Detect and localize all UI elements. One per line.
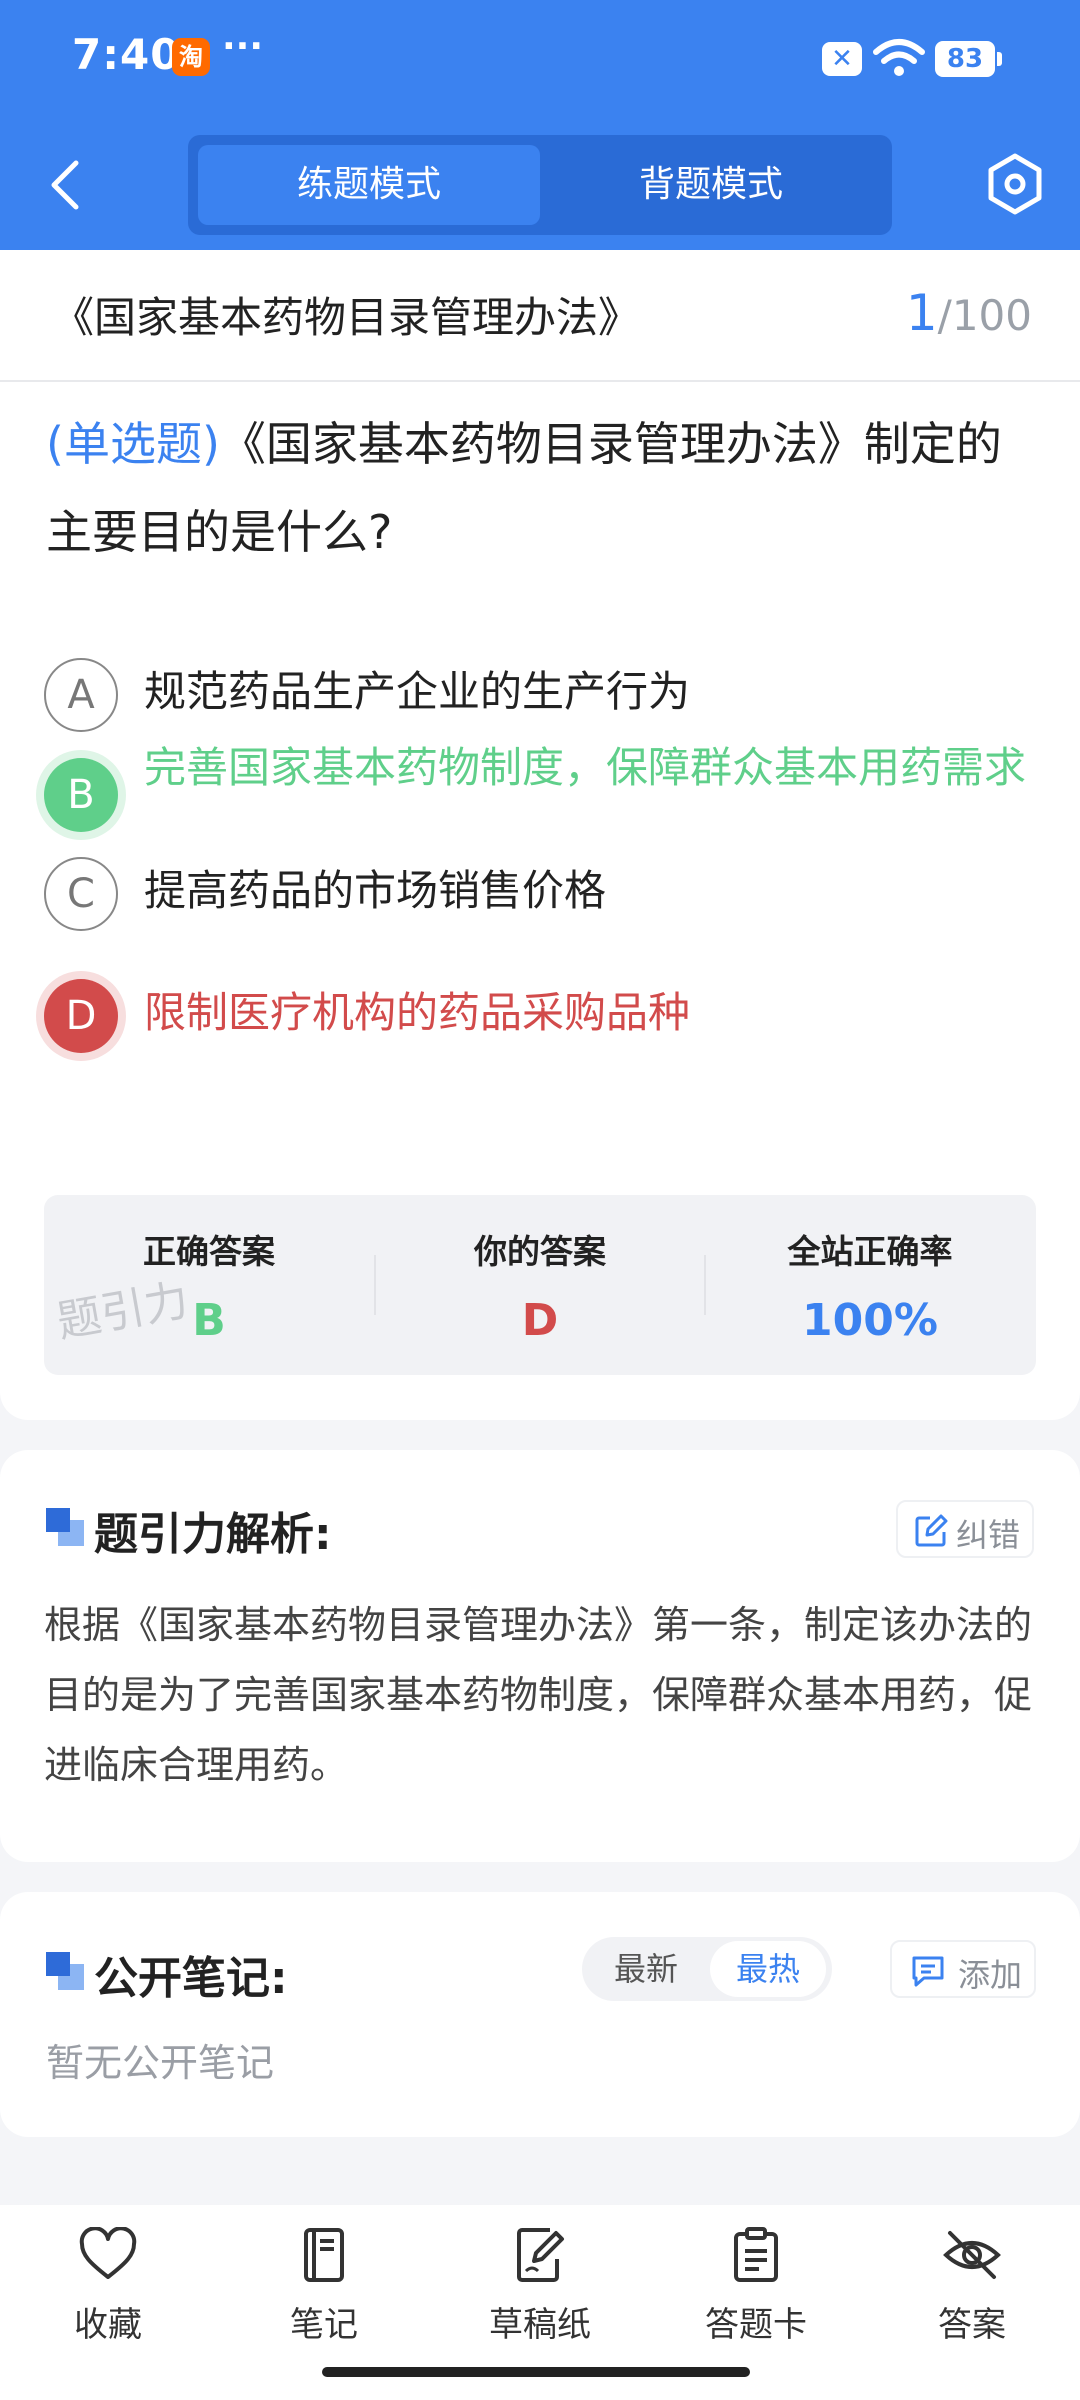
add-note-label: 添加 bbox=[958, 1956, 1023, 1994]
draft-paper-icon bbox=[517, 2228, 564, 2282]
home-indicator[interactable] bbox=[322, 2367, 750, 2377]
section-squares-icon bbox=[46, 1508, 84, 1546]
option-c-letter: C bbox=[44, 857, 118, 931]
question-counter: 1/100 bbox=[906, 284, 1032, 342]
correction-button[interactable]: 纠错 bbox=[896, 1500, 1034, 1558]
result-summary: 正确答案 B 你的答案 D 全站正确率 100% 题引力 bbox=[44, 1195, 1036, 1375]
option-a[interactable]: A 规范药品生产企业的生产行为 bbox=[44, 658, 1044, 738]
site-accuracy-col: 全站正确率 100% bbox=[705, 1195, 1035, 1375]
counter-current: 1 bbox=[905, 284, 938, 342]
public-notes-card: 公开笔记: 最新 最热 添加 暂无公开笔记 bbox=[0, 1892, 1080, 2137]
notes-title: 公开笔记: bbox=[94, 1953, 288, 2004]
mode-switch: 练题模式 背题模式 bbox=[188, 135, 892, 235]
counter-total: /100 bbox=[937, 291, 1032, 340]
nav-notes[interactable]: 笔记 bbox=[244, 2227, 404, 2357]
nav-answer-toggle-label: 答案 bbox=[938, 2305, 1006, 2345]
correct-answer-label: 正确答案 bbox=[143, 1232, 275, 1271]
tab-practice-mode[interactable]: 练题模式 bbox=[198, 145, 540, 225]
option-b-letter: B bbox=[44, 758, 118, 832]
nav-favorite-label: 收藏 bbox=[74, 2305, 142, 2345]
nav-notes-label: 笔记 bbox=[290, 2305, 358, 2345]
your-answer-col: 你的答案 D bbox=[375, 1195, 705, 1375]
option-c[interactable]: C 提高药品的市场销售价格 bbox=[44, 857, 1044, 937]
battery-indicator: 83 bbox=[935, 41, 1002, 77]
option-d[interactable]: D 限制医疗机构的药品采购品种 bbox=[44, 979, 1044, 1059]
more-notifications-icon: ··· bbox=[222, 26, 264, 67]
heart-icon bbox=[79, 2227, 137, 2279]
analysis-title: 题引力解析: bbox=[94, 1509, 332, 1560]
nav-answer-card-label: 答题卡 bbox=[705, 2305, 807, 2345]
nav-draft[interactable]: 草稿纸 bbox=[460, 2227, 620, 2357]
nav-answer-card[interactable]: 答题卡 bbox=[676, 2227, 836, 2357]
answer-card-icon bbox=[734, 2227, 778, 2282]
notification-x-icon: ✕ bbox=[822, 42, 862, 76]
notes-empty-text: 暂无公开笔记 bbox=[46, 2041, 275, 2085]
site-accuracy-value: 100% bbox=[802, 1295, 938, 1346]
question-stem: (单选题)《国家基本药物目录管理办法》制定的主要目的是什么? bbox=[46, 400, 1036, 576]
add-note-button[interactable]: 添加 bbox=[890, 1940, 1036, 1998]
wifi-icon bbox=[873, 39, 925, 76]
sort-hot[interactable]: 最热 bbox=[710, 1941, 826, 1997]
option-b-text: 完善国家基本药物制度，保障群众基本用药需求 bbox=[144, 743, 1027, 792]
nav-favorite[interactable]: 收藏 bbox=[28, 2227, 188, 2357]
app-header: 7:40 淘 ··· ✕ 83 练题模式 背题模式 bbox=[0, 0, 1080, 250]
option-c-text: 提高药品的市场销售价格 bbox=[144, 866, 607, 915]
option-a-text: 规范药品生产企业的生产行为 bbox=[144, 667, 691, 716]
eye-off-icon bbox=[943, 2231, 1001, 2279]
option-d-letter: D bbox=[44, 979, 118, 1053]
edit-icon bbox=[915, 1514, 948, 1547]
taobao-app-icon: 淘 bbox=[172, 38, 210, 76]
back-chevron-icon[interactable] bbox=[40, 155, 90, 215]
analysis-card: 题引力解析: 纠错 根据《国家基本药物目录管理办法》第一条，制定该办法的目的是为… bbox=[0, 1450, 1080, 1862]
your-answer-value: D bbox=[521, 1295, 559, 1346]
tab-memorize-mode[interactable]: 背题模式 bbox=[540, 145, 882, 225]
question-type: (单选题) bbox=[46, 417, 220, 471]
sort-latest[interactable]: 最新 bbox=[588, 1941, 704, 1997]
question-card: 《国家基本药物目录管理办法》 1/100 (单选题)《国家基本药物目录管理办法》… bbox=[0, 250, 1080, 1420]
section-squares-icon bbox=[46, 1952, 84, 1990]
site-accuracy-label: 全站正确率 bbox=[787, 1232, 953, 1271]
your-answer-label: 你的答案 bbox=[474, 1232, 606, 1271]
option-a-letter: A bbox=[44, 658, 118, 732]
book-title: 《国家基本药物目录管理办法》 bbox=[52, 293, 641, 342]
option-d-text: 限制医疗机构的药品采购品种 bbox=[144, 988, 691, 1037]
nav-draft-label: 草稿纸 bbox=[489, 2305, 591, 2345]
notes-sort-toggle: 最新 最热 bbox=[582, 1937, 832, 2001]
status-time: 7:40 bbox=[72, 30, 181, 79]
notebook-icon bbox=[304, 2228, 344, 2282]
correction-label: 纠错 bbox=[956, 1516, 1021, 1554]
divider bbox=[0, 380, 1080, 382]
settings-hexagon-icon[interactable] bbox=[985, 152, 1045, 216]
comment-icon bbox=[912, 1956, 944, 1987]
analysis-text: 根据《国家基本药物目录管理办法》第一条，制定该办法的目的是为了完善国家基本药物制… bbox=[44, 1603, 1033, 1787]
nav-answer-toggle[interactable]: 答案 bbox=[892, 2227, 1052, 2357]
